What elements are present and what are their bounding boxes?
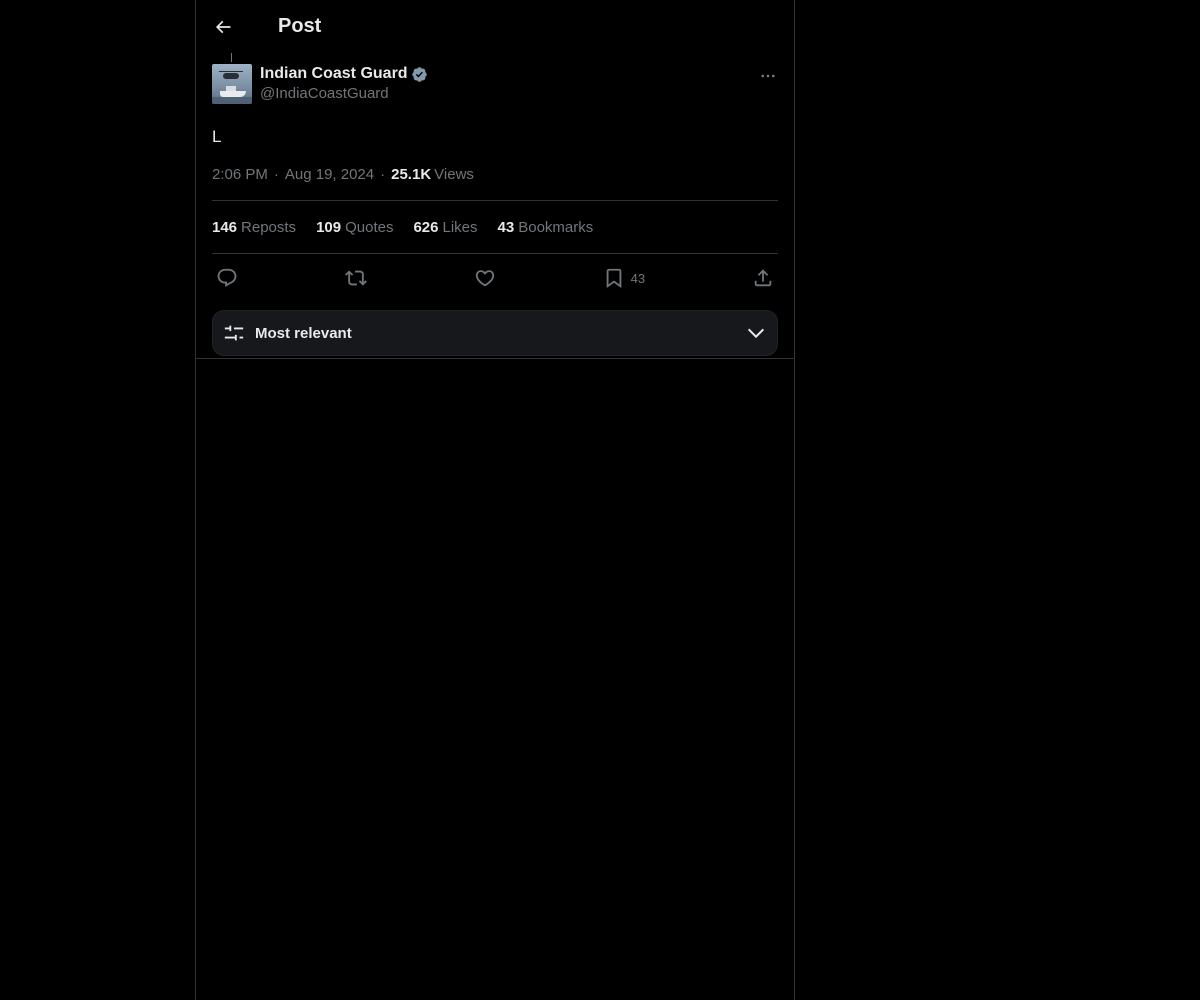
avatar-helicopter [223, 73, 239, 79]
chevron-down-icon [745, 322, 767, 344]
arrow-left-icon [215, 20, 231, 33]
views-count: 25.1K [391, 165, 432, 183]
stat-likes[interactable]: 626 Likes [413, 219, 477, 236]
avatar[interactable] [212, 64, 252, 104]
author-info: Indian Coast Guard @IndiaCoastGuard [260, 64, 428, 102]
thread-line [231, 53, 232, 62]
bookmark-icon [606, 268, 621, 289]
repost-icon [344, 270, 367, 286]
back-button[interactable] [206, 10, 240, 44]
stat-reposts[interactable]: 146 Reposts [212, 219, 296, 236]
post-date[interactable]: Aug 19, 2024 [285, 166, 374, 183]
views-label: Views [434, 165, 474, 183]
post-time[interactable]: 2:06 PM [212, 166, 268, 183]
more-dots-icon [761, 74, 775, 78]
stat-quotes[interactable]: 109 Quotes [316, 219, 393, 236]
author-display-name[interactable]: Indian Coast Guard [260, 65, 408, 83]
author-handle[interactable]: @IndiaCoastGuard [260, 85, 428, 102]
name-line: Indian Coast Guard [260, 64, 428, 84]
meta-separator: · [273, 165, 279, 183]
avatar-sea [212, 97, 252, 104]
share-button[interactable] [752, 267, 774, 289]
sort-label: Most relevant [255, 324, 352, 342]
main-column: Post Indian Coast Guard @IndiaCoastGuard… [195, 0, 795, 1000]
post: Indian Coast Guard @IndiaCoastGuard L 2:… [196, 53, 794, 356]
like-button[interactable] [474, 267, 496, 289]
verified-badge-icon[interactable] [411, 66, 428, 83]
page-header: Post [196, 0, 794, 53]
action-bar: 43 [212, 254, 778, 302]
repost-button[interactable] [344, 267, 367, 289]
share-icon [754, 269, 772, 287]
avatar-rotor [219, 71, 243, 72]
post-meta: 2:06 PM · Aug 19, 2024 · 25.1K Views [212, 159, 778, 189]
post-text: L [212, 127, 222, 146]
reply-icon [217, 268, 237, 287]
more-options-button[interactable] [756, 64, 780, 88]
avatar-ship [220, 91, 246, 97]
heart-icon [475, 270, 494, 287]
page-title: Post [278, 15, 322, 37]
meta-separator: · [380, 165, 386, 183]
sliders-icon [224, 325, 244, 341]
stat-bookmarks[interactable]: 43 Bookmarks [498, 219, 594, 236]
author-row: Indian Coast Guard @IndiaCoastGuard [212, 53, 778, 115]
sort-replies-dropdown[interactable]: Most relevant [212, 310, 778, 356]
reply-button[interactable] [216, 267, 238, 289]
section-divider [196, 358, 794, 359]
bookmark-button[interactable]: 43 [603, 267, 645, 289]
bookmark-count: 43 [630, 270, 646, 286]
post-stats: 146 Reposts 109 Quotes 626 Likes 43 Bookmark… [212, 201, 778, 253]
